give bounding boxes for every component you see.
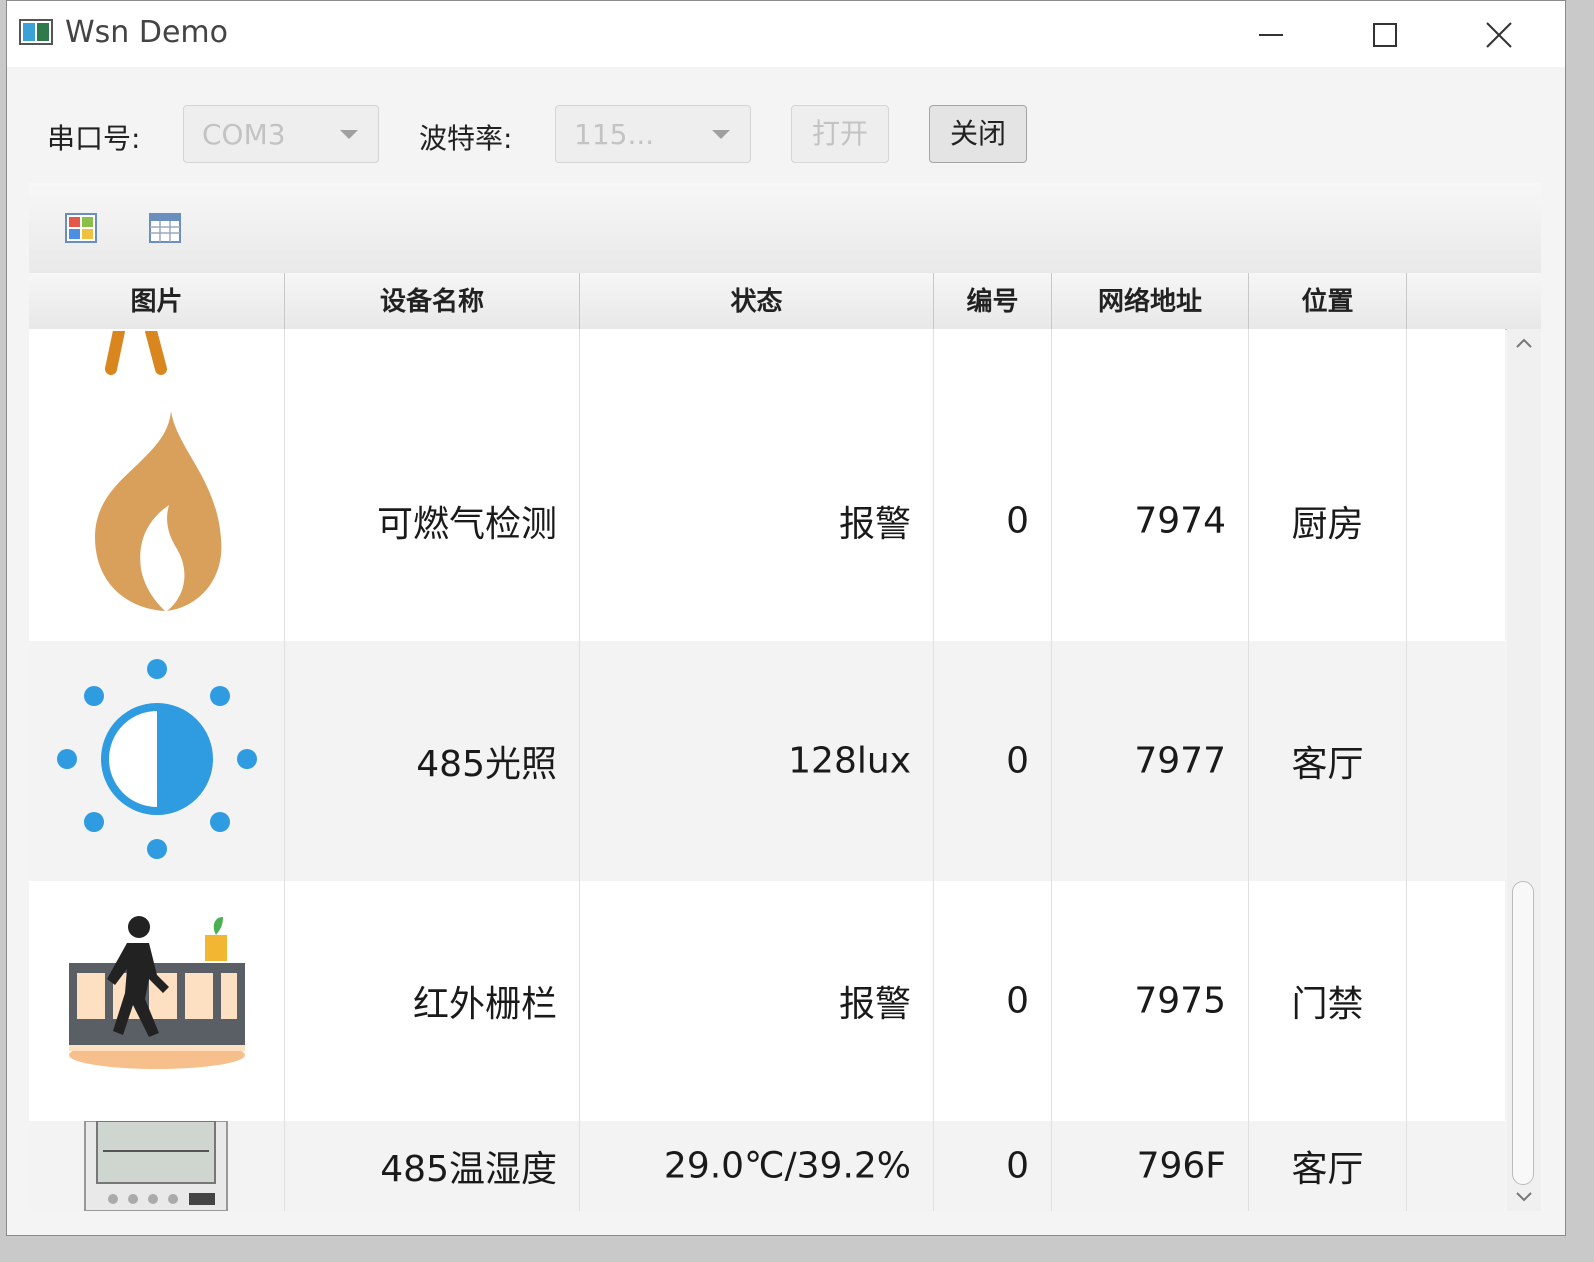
filler-cell [1407, 881, 1505, 1121]
filler-cell [1407, 401, 1505, 641]
status-cell: 128lux [580, 641, 934, 881]
title-bar: Wsn Demo [7, 1, 1565, 67]
picture-cell [29, 1121, 285, 1211]
filler-cell [1407, 641, 1505, 881]
address-cell [1052, 329, 1249, 401]
picture-cell [29, 401, 285, 641]
scroll-up-icon[interactable] [1515, 335, 1533, 353]
column-header-status[interactable]: 状态 [580, 273, 934, 329]
minimize-button[interactable] [1215, 1, 1327, 67]
open-button[interactable]: 打开 [791, 105, 889, 163]
partial-icon [105, 331, 167, 375]
thermo-hygrometer-icon [84, 1121, 228, 1211]
column-header-picture[interactable]: 图片 [29, 273, 285, 329]
table-row[interactable]: 红外栅栏 报警 0 7975 门禁 [29, 881, 1505, 1121]
id-cell: 0 [934, 1121, 1052, 1211]
location-cell: 客厅 [1249, 641, 1407, 881]
window-title: Wsn Demo [65, 15, 228, 50]
vertical-scrollbar[interactable] [1507, 329, 1541, 1211]
picture-cell [29, 329, 285, 401]
close-window-button[interactable] [1443, 1, 1555, 67]
baud-select[interactable]: 115... [555, 105, 751, 163]
scroll-down-icon[interactable] [1515, 1187, 1533, 1205]
id-cell: 0 [934, 641, 1052, 881]
maximize-button[interactable] [1329, 1, 1441, 67]
chevron-down-icon [712, 130, 730, 139]
table-row[interactable] [29, 329, 1505, 401]
id-cell: 0 [934, 401, 1052, 641]
scrollbar-thumb[interactable] [1512, 881, 1534, 1185]
view-toolbar [29, 183, 1541, 274]
id-cell: 0 [934, 881, 1052, 1121]
location-cell [1249, 329, 1407, 401]
filler-cell [1407, 329, 1505, 401]
chevron-down-icon [340, 130, 358, 139]
table-view-icon[interactable] [149, 213, 181, 243]
filler-cell [1407, 1121, 1505, 1211]
device-name-cell: 红外栅栏 [285, 881, 580, 1121]
device-name-cell: 485温湿度 [285, 1121, 580, 1211]
baud-value: 115... [574, 118, 655, 151]
minimize-icon [1259, 34, 1283, 36]
close-button[interactable]: 关闭 [929, 105, 1027, 163]
column-header-device-name[interactable]: 设备名称 [285, 273, 580, 329]
column-header-address[interactable]: 网络地址 [1052, 273, 1249, 329]
address-cell: 7975 [1052, 881, 1249, 1121]
location-cell: 厨房 [1249, 401, 1407, 641]
device-name-cell [285, 329, 580, 401]
address-cell: 7977 [1052, 641, 1249, 881]
device-name-cell: 485光照 [285, 641, 580, 881]
device-table: 图片 设备名称 状态 编号 网络地址 位置 可燃气检测 报警 0 7974 厨房… [29, 273, 1541, 1211]
table-header: 图片 设备名称 状态 编号 网络地址 位置 [29, 273, 1541, 330]
table-row[interactable]: 485光照 128lux 0 7977 客厅 [29, 641, 1505, 881]
grid-view-icon[interactable] [65, 213, 97, 243]
address-cell: 7974 [1052, 401, 1249, 641]
table-row[interactable]: 可燃气检测 报警 0 7974 厨房 [29, 401, 1505, 641]
status-cell: 29.0℃/39.2% [580, 1121, 934, 1211]
device-name-cell: 可燃气检测 [285, 401, 580, 641]
id-cell [934, 329, 1052, 401]
column-header-location[interactable]: 位置 [1249, 273, 1407, 329]
table-body: 可燃气检测 报警 0 7974 厨房 485光照 128lux 0 7977 客… [29, 329, 1505, 1211]
table-row[interactable]: 485温湿度 29.0℃/39.2% 0 796F 客厅 [29, 1121, 1505, 1211]
flame-icon [95, 411, 222, 611]
status-cell [580, 329, 934, 401]
close-icon [1486, 22, 1512, 48]
status-cell: 报警 [580, 881, 934, 1121]
status-cell: 报警 [580, 401, 934, 641]
app-window: Wsn Demo 串口号: COM3 波特率: 115... 打开 关闭 图片 … [6, 0, 1566, 1236]
maximize-icon [1373, 23, 1397, 47]
location-cell: 门禁 [1249, 881, 1407, 1121]
picture-cell [29, 641, 285, 881]
address-cell: 796F [1052, 1121, 1249, 1211]
light-sensor-icon [57, 659, 257, 859]
port-value: COM3 [202, 118, 286, 151]
app-icon [19, 19, 53, 45]
port-select[interactable]: COM3 [183, 105, 379, 163]
column-header-id[interactable]: 编号 [934, 273, 1052, 329]
port-label: 串口号: [47, 122, 141, 155]
picture-cell [29, 881, 285, 1121]
infrared-fence-icon [69, 916, 245, 1069]
baud-label: 波特率: [419, 122, 513, 155]
location-cell: 客厅 [1249, 1121, 1407, 1211]
